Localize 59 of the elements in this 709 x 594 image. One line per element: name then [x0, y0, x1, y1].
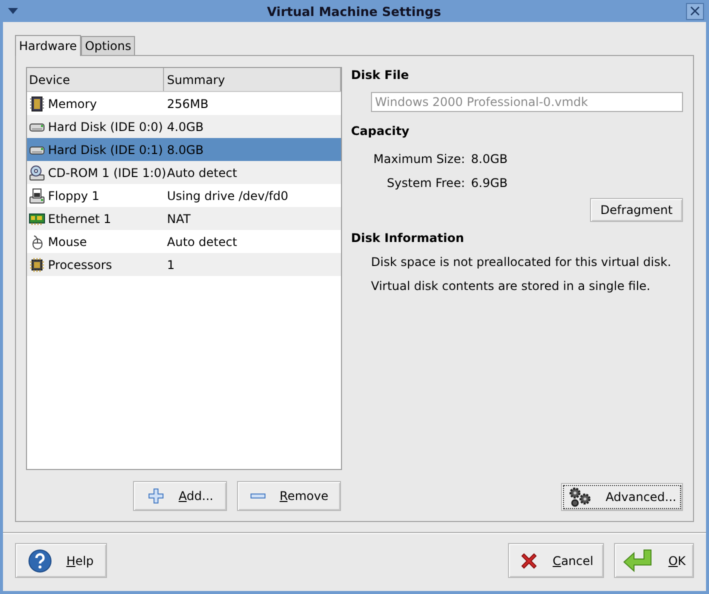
ok-button[interactable]: OK — [614, 543, 694, 578]
device-row[interactable]: Processors 1 — [27, 253, 341, 276]
help-icon — [28, 548, 52, 572]
device-name: Memory — [48, 96, 97, 110]
device-name: Processors — [48, 258, 112, 272]
device-name: Ethernet 1 — [48, 212, 112, 226]
close-icon — [690, 6, 700, 16]
field-label: Maximum Size: — [372, 152, 466, 166]
cancel-button[interactable]: Cancel — [508, 543, 604, 578]
device-row[interactable]: Floppy 1 Using drive /dev/fd0 — [27, 184, 341, 207]
return-arrow-icon — [622, 548, 654, 574]
cross-icon — [518, 550, 539, 570]
column-header[interactable]: Device — [27, 68, 164, 91]
device-name: Floppy 1 — [48, 188, 100, 202]
plus-icon — [146, 487, 165, 505]
device-summary: Using drive /dev/fd0 — [166, 188, 290, 202]
window-title: Virtual Machine Settings — [266, 4, 442, 18]
remove-button[interactable]: Remove — [237, 481, 341, 511]
device-row[interactable]: Ethernet 1 NAT — [27, 207, 341, 230]
minus-icon — [250, 493, 266, 499]
field-value: 8.0GB — [471, 152, 509, 166]
info-text: Virtual disk contents are stored in a single file. — [371, 279, 652, 293]
device-name: Hard Disk (IDE 0:1) — [48, 142, 163, 156]
device-summary: 256MB — [166, 96, 210, 110]
floppy-drive-icon — [29, 188, 45, 204]
network-card-icon — [29, 210, 45, 226]
section-heading: Disk File — [351, 68, 410, 82]
section-heading: Capacity — [351, 124, 410, 138]
help-button[interactable]: Help — [15, 543, 107, 578]
gears-icon — [568, 487, 592, 507]
device-name: CD-ROM 1 (IDE 1:0) — [48, 166, 166, 180]
device-name: Hard Disk (IDE 0:0) — [48, 120, 163, 134]
tab[interactable]: Options — [80, 36, 136, 55]
field-value: 6.9GB — [471, 176, 509, 190]
device-summary: Auto detect — [166, 234, 238, 248]
device-name: Mouse — [48, 234, 87, 248]
device-summary: 4.0GB — [166, 120, 205, 134]
device-summary: NAT — [166, 212, 192, 226]
device-row[interactable]: Memory 256MB — [27, 92, 341, 115]
processor-chip-icon — [29, 256, 45, 272]
device-row[interactable]: Hard Disk (IDE 0:1) 8.0GB — [27, 138, 341, 161]
add-button[interactable]: Add... — [133, 481, 227, 511]
section-heading: Disk Information — [351, 231, 466, 245]
cd-drive-icon — [29, 164, 45, 180]
field-label: System Free: — [386, 176, 466, 190]
device-summary: 8.0GB — [166, 142, 205, 156]
close-button[interactable] — [686, 2, 704, 20]
info-text: Disk space is not preallocated for this virtual disk. — [371, 255, 672, 269]
column-header[interactable]: Summary — [164, 68, 341, 91]
device-row[interactable]: CD-ROM 1 (IDE 1:0)Auto detect — [27, 161, 341, 184]
device-row[interactable]: Hard Disk (IDE 0:0) 4.0GB — [27, 115, 341, 138]
tab[interactable]: Hardware — [15, 35, 81, 56]
device-summary: Auto detect — [166, 166, 238, 180]
memory-chip-icon — [29, 96, 45, 112]
defragment-button[interactable]: Defragment — [590, 198, 683, 222]
device-summary: 1 — [166, 258, 176, 272]
advanced-button[interactable]: Advanced... — [561, 483, 683, 511]
window-menu-icon[interactable] — [8, 8, 18, 14]
device-row[interactable]: Mouse Auto detect — [27, 230, 341, 253]
